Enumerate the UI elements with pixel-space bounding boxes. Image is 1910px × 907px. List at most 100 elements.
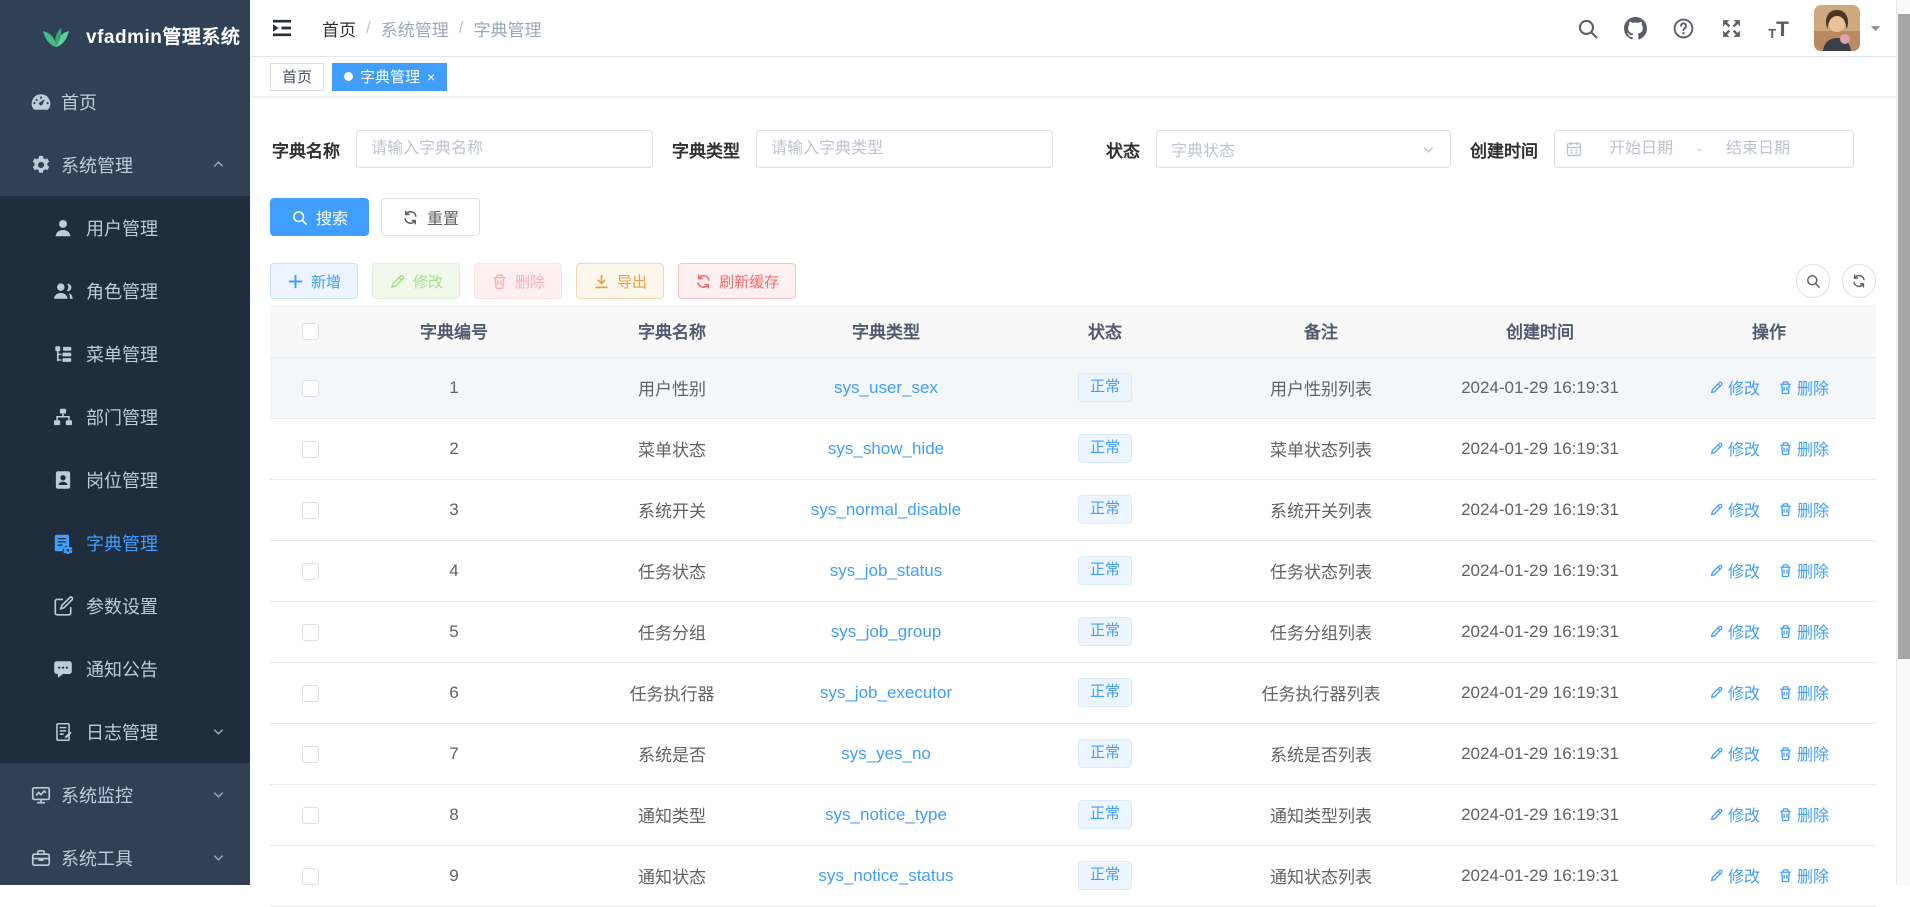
page-scrollbar	[1896, 0, 1910, 885]
delete-button[interactable]: 删除	[474, 263, 562, 299]
refresh-table-button[interactable]	[1842, 264, 1876, 298]
dict-type-link[interactable]: sys_yes_no	[841, 744, 931, 763]
row-edit-link[interactable]: 修改	[1709, 741, 1760, 765]
export-button[interactable]: 导出	[576, 263, 664, 299]
user-avatar[interactable]	[1814, 5, 1860, 51]
row-checkbox[interactable]	[302, 868, 319, 885]
row-checkbox[interactable]	[302, 502, 319, 519]
dict-type-input[interactable]	[756, 130, 1053, 168]
dict-type-link[interactable]: sys_job_status	[830, 561, 942, 580]
sidebar-item-post-management[interactable]: 岗位管理	[0, 448, 250, 511]
row-edit-link[interactable]: 修改	[1709, 436, 1760, 460]
status-badge: 正常	[1078, 617, 1132, 646]
sidebar-item-label: 部门管理	[86, 404, 158, 430]
row-edit-link-label: 修改	[1728, 619, 1760, 643]
dict-type-link[interactable]: sys_normal_disable	[811, 500, 961, 519]
dict-name: 通知类型	[558, 784, 786, 845]
row-edit-link[interactable]: 修改	[1709, 863, 1760, 887]
question-icon[interactable]	[1672, 17, 1695, 40]
search-icon[interactable]	[1576, 17, 1599, 40]
row-checkbox[interactable]	[302, 685, 319, 702]
dict-type-link[interactable]: sys_notice_status	[818, 866, 953, 885]
toggle-search-button[interactable]	[1796, 264, 1830, 298]
dict-name-input[interactable]	[356, 130, 653, 168]
close-icon[interactable]: ×	[427, 70, 435, 84]
sidebar-item-system-tools[interactable]: 系统工具	[0, 826, 250, 885]
sidebar-collapse-button[interactable]	[270, 16, 294, 40]
select-all-checkbox[interactable]	[302, 323, 319, 340]
status-select[interactable]: 字典状态	[1156, 130, 1451, 168]
row-edit-link[interactable]: 修改	[1709, 619, 1760, 643]
row-checkbox[interactable]	[302, 441, 319, 458]
pen-icon	[1709, 868, 1724, 883]
row-delete-link[interactable]: 删除	[1778, 436, 1829, 460]
date-range-picker[interactable]: -	[1554, 130, 1854, 168]
dict-type-link[interactable]: sys_notice_type	[825, 805, 947, 824]
sidebar-item-dept-management[interactable]: 部门管理	[0, 385, 250, 448]
dict-type-link[interactable]: sys_job_group	[831, 622, 942, 641]
users-icon	[52, 280, 74, 302]
dict-name: 系统是否	[558, 723, 786, 784]
row-delete-link[interactable]: 删除	[1778, 863, 1829, 887]
dict-remark: 任务执行器列表	[1224, 662, 1418, 723]
tab-dict-management[interactable]: 字典管理×	[332, 63, 447, 91]
dict-type-link[interactable]: sys_show_hide	[828, 439, 944, 458]
caret-down-icon[interactable]	[1869, 22, 1882, 35]
app-logo[interactable]: vfadmin管理系统	[0, 0, 250, 70]
sidebar-item-role-management[interactable]: 角色管理	[0, 259, 250, 322]
end-date-input[interactable]	[1704, 140, 1812, 158]
sidebar-item-dict-management[interactable]: 字典管理	[0, 511, 250, 574]
row-checkbox[interactable]	[302, 624, 319, 641]
row-checkbox[interactable]	[302, 563, 319, 580]
delete-button-label: 删除	[515, 271, 545, 292]
row-edit-link[interactable]: 修改	[1709, 680, 1760, 704]
start-date-input[interactable]	[1587, 140, 1695, 158]
dict-remark: 用户性别列表	[1224, 357, 1418, 418]
add-button[interactable]: 新增	[270, 263, 358, 299]
dict-type-link[interactable]: sys_job_executor	[820, 683, 952, 702]
dict-type-link[interactable]: sys_user_sex	[834, 378, 938, 397]
row-checkbox[interactable]	[302, 380, 319, 397]
sidebar-item-notice[interactable]: 通知公告	[0, 637, 250, 700]
github-icon[interactable]	[1624, 17, 1647, 40]
tab-home[interactable]: 首页	[270, 63, 324, 91]
fullscreen-icon[interactable]	[1720, 17, 1743, 40]
dict-icon	[52, 532, 74, 554]
sidebar-item-system-monitor[interactable]: 系统监控	[0, 763, 250, 826]
sidebar-item-system-management[interactable]: 系统管理	[0, 133, 250, 196]
search-button[interactable]: 搜索	[270, 198, 369, 236]
sidebar-item-user-management[interactable]: 用户管理	[0, 196, 250, 259]
reset-button[interactable]: 重置	[381, 198, 480, 236]
scrollbar-thumb[interactable]	[1898, 14, 1910, 659]
row-checkbox[interactable]	[302, 746, 319, 763]
status-select-placeholder: 字典状态	[1171, 137, 1421, 161]
sidebar-item-log-management[interactable]: 日志管理	[0, 700, 250, 763]
user-menu[interactable]	[1814, 5, 1882, 51]
edit-button[interactable]: 修改	[372, 263, 460, 299]
breadcrumb-item[interactable]: 首页	[322, 16, 356, 41]
row-operations: 修改删除	[1662, 601, 1876, 662]
sidebar-item-home[interactable]: 首页	[0, 70, 250, 133]
monitor-icon	[30, 784, 52, 806]
breadcrumb-separator: /	[459, 18, 464, 38]
create-time: 2024-01-29 16:19:31	[1418, 540, 1662, 601]
sidebar-item-param-settings[interactable]: 参数设置	[0, 574, 250, 637]
row-delete-link[interactable]: 删除	[1778, 558, 1829, 582]
row-edit-link[interactable]: 修改	[1709, 558, 1760, 582]
trash-icon	[1778, 502, 1793, 517]
font-size-icon[interactable]: TT	[1768, 17, 1789, 40]
row-edit-link[interactable]: 修改	[1709, 802, 1760, 826]
navbar-right: TT	[1576, 5, 1882, 51]
row-delete-link[interactable]: 删除	[1778, 802, 1829, 826]
row-delete-link[interactable]: 删除	[1778, 680, 1829, 704]
row-delete-link[interactable]: 删除	[1778, 497, 1829, 521]
main-area: 首页/系统管理/字典管理 TT	[250, 0, 1896, 885]
row-delete-link[interactable]: 删除	[1778, 741, 1829, 765]
row-checkbox[interactable]	[302, 807, 319, 824]
sidebar-item-menu-management[interactable]: 菜单管理	[0, 322, 250, 385]
row-delete-link[interactable]: 删除	[1778, 619, 1829, 643]
refresh-cache-button[interactable]: 刷新缓存	[678, 263, 796, 299]
row-edit-link[interactable]: 修改	[1709, 497, 1760, 521]
row-delete-link[interactable]: 删除	[1778, 375, 1829, 399]
row-edit-link[interactable]: 修改	[1709, 375, 1760, 399]
